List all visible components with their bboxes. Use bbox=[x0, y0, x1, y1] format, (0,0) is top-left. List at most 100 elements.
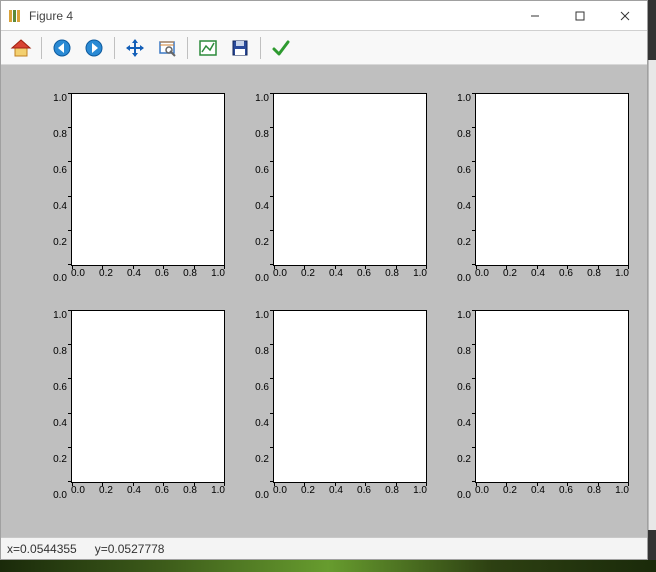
y-tick-label: 0.8 bbox=[457, 129, 471, 140]
x-tick-label: 0.2 bbox=[503, 268, 517, 284]
x-axis: 0.00.20.40.60.81.0 bbox=[475, 485, 629, 501]
x-tick-label: 0.6 bbox=[559, 485, 573, 501]
x-tick-label: 0.6 bbox=[357, 485, 371, 501]
x-tick-label: 0.8 bbox=[183, 268, 197, 284]
y-tick-label: 0.0 bbox=[53, 490, 67, 501]
y-axis: 1.00.80.60.40.20.0 bbox=[243, 93, 273, 284]
subplot-1[interactable]: 1.00.80.60.40.20.00.00.20.40.60.81.0 bbox=[243, 93, 427, 284]
plot-area[interactable] bbox=[475, 93, 629, 266]
toolbar-separator bbox=[187, 37, 188, 59]
x-tick-label: 0.8 bbox=[183, 485, 197, 501]
x-tick-label: 0.4 bbox=[127, 485, 141, 501]
right-edge-strip bbox=[648, 60, 656, 530]
y-tick-label: 0.6 bbox=[457, 165, 471, 176]
x-tick-label: 0.0 bbox=[273, 268, 287, 284]
window-title: Figure 4 bbox=[29, 9, 512, 23]
y-tick-label: 0.4 bbox=[53, 201, 67, 212]
subplots-button[interactable] bbox=[194, 34, 222, 62]
x-tick-label: 0.4 bbox=[329, 485, 343, 501]
x-tick-label: 0.0 bbox=[475, 485, 489, 501]
desktop-background bbox=[0, 560, 656, 572]
y-tick-label: 0.6 bbox=[53, 382, 67, 393]
window-controls bbox=[512, 1, 647, 30]
y-tick-label: 0.4 bbox=[457, 201, 471, 212]
subplot-2[interactable]: 1.00.80.60.40.20.00.00.20.40.60.81.0 bbox=[445, 93, 629, 284]
y-tick-label: 0.2 bbox=[457, 237, 471, 248]
y-tick-label: 1.0 bbox=[255, 310, 269, 321]
close-button[interactable] bbox=[602, 1, 647, 30]
x-tick-label: 0.4 bbox=[127, 268, 141, 284]
y-tick-label: 0.0 bbox=[457, 490, 471, 501]
titlebar[interactable]: Figure 4 bbox=[1, 1, 647, 31]
x-tick-label: 0.8 bbox=[385, 485, 399, 501]
y-tick-label: 1.0 bbox=[53, 93, 67, 104]
subplot-5[interactable]: 1.00.80.60.40.20.00.00.20.40.60.81.0 bbox=[445, 310, 629, 501]
x-tick-label: 0.2 bbox=[503, 485, 517, 501]
y-tick-label: 0.2 bbox=[255, 237, 269, 248]
x-axis: 0.00.20.40.60.81.0 bbox=[71, 268, 225, 284]
y-tick-label: 0.8 bbox=[255, 346, 269, 357]
subplot-4[interactable]: 1.00.80.60.40.20.00.00.20.40.60.81.0 bbox=[243, 310, 427, 501]
y-tick-label: 0.8 bbox=[53, 346, 67, 357]
plot-area[interactable] bbox=[273, 93, 427, 266]
x-tick-label: 1.0 bbox=[615, 485, 629, 501]
save-button[interactable] bbox=[226, 34, 254, 62]
y-tick-label: 1.0 bbox=[457, 310, 471, 321]
x-tick-label: 0.0 bbox=[71, 485, 85, 501]
ok-button[interactable] bbox=[267, 34, 295, 62]
zoom-button[interactable] bbox=[153, 34, 181, 62]
maximize-button[interactable] bbox=[557, 1, 602, 30]
statusbar: x=0.0544355 y=0.0527778 bbox=[1, 537, 647, 559]
figure-canvas[interactable]: 1.00.80.60.40.20.00.00.20.40.60.81.01.00… bbox=[1, 65, 647, 537]
plot-area[interactable] bbox=[273, 310, 427, 483]
x-tick-label: 1.0 bbox=[615, 268, 629, 284]
y-axis: 1.00.80.60.40.20.0 bbox=[41, 310, 71, 501]
x-tick-label: 0.4 bbox=[531, 268, 545, 284]
status-y: y=0.0527778 bbox=[95, 542, 165, 556]
y-tick-label: 0.4 bbox=[457, 418, 471, 429]
y-tick-label: 0.8 bbox=[255, 129, 269, 140]
y-tick-label: 1.0 bbox=[457, 93, 471, 104]
back-button[interactable] bbox=[48, 34, 76, 62]
x-tick-label: 0.0 bbox=[71, 268, 85, 284]
x-tick-label: 1.0 bbox=[211, 485, 225, 501]
y-tick-label: 0.6 bbox=[53, 165, 67, 176]
minimize-button[interactable] bbox=[512, 1, 557, 30]
y-axis: 1.00.80.60.40.20.0 bbox=[243, 310, 273, 501]
x-tick-label: 0.6 bbox=[559, 268, 573, 284]
x-tick-label: 0.8 bbox=[385, 268, 399, 284]
x-tick-label: 0.2 bbox=[99, 485, 113, 501]
y-tick-label: 0.0 bbox=[255, 490, 269, 501]
y-tick-label: 0.6 bbox=[255, 382, 269, 393]
y-axis: 1.00.80.60.40.20.0 bbox=[445, 310, 475, 501]
forward-button[interactable] bbox=[80, 34, 108, 62]
y-tick-label: 0.0 bbox=[53, 273, 67, 284]
y-tick-label: 0.0 bbox=[255, 273, 269, 284]
toolbar-separator bbox=[114, 37, 115, 59]
y-tick-label: 0.6 bbox=[457, 382, 471, 393]
x-tick-label: 0.0 bbox=[273, 485, 287, 501]
y-tick-label: 1.0 bbox=[53, 310, 67, 321]
plot-area[interactable] bbox=[71, 93, 225, 266]
y-tick-label: 0.4 bbox=[255, 418, 269, 429]
x-tick-label: 0.6 bbox=[155, 485, 169, 501]
y-tick-label: 0.2 bbox=[53, 454, 67, 465]
x-tick-label: 0.2 bbox=[301, 268, 315, 284]
x-tick-label: 0.4 bbox=[329, 268, 343, 284]
x-tick-label: 0.4 bbox=[531, 485, 545, 501]
toolbar-separator bbox=[260, 37, 261, 59]
pan-button[interactable] bbox=[121, 34, 149, 62]
x-axis: 0.0 0.2 0.4 0.6 0.8 1.0 bbox=[71, 485, 225, 501]
toolbar bbox=[1, 31, 647, 65]
x-axis: 0.00.20.40.60.81.0 bbox=[273, 485, 427, 501]
x-axis: 0.00.20.40.60.81.0 bbox=[475, 268, 629, 284]
y-axis: 1.0 0.8 0.6 0.4 0.2 0.0 bbox=[41, 93, 71, 284]
status-x: x=0.0544355 bbox=[7, 542, 77, 556]
plot-area[interactable] bbox=[475, 310, 629, 483]
y-tick-label: 0.8 bbox=[53, 129, 67, 140]
plot-area[interactable] bbox=[71, 310, 225, 483]
y-tick-label: 0.2 bbox=[53, 237, 67, 248]
home-button[interactable] bbox=[7, 34, 35, 62]
subplot-0[interactable]: 1.00.80.60.40.20.00.00.20.40.60.81.0 bbox=[41, 93, 225, 284]
subplot-3[interactable]: 1.00.80.60.40.20.00.00.20.40.60.81.0 bbox=[41, 310, 225, 501]
